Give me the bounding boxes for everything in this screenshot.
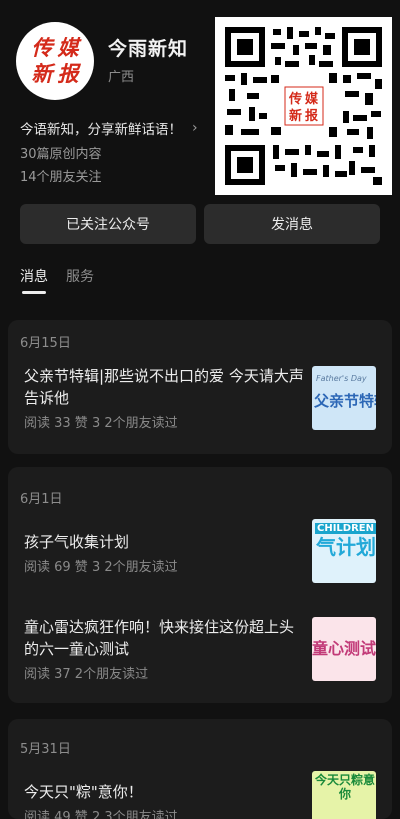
friends-following-count[interactable]: 14个朋友关注 xyxy=(20,166,102,185)
svg-text:新: 新 xyxy=(289,108,302,124)
avatar-char: 媒 xyxy=(57,35,79,60)
intro-text: 今语新知，分享新鲜话语！ xyxy=(20,122,182,138)
send-message-button[interactable]: 发消息 xyxy=(204,204,380,244)
thumbnail-text: 今天只粽意你 xyxy=(314,773,375,801)
article-thumbnail[interactable]: 童心测试 xyxy=(312,617,376,681)
avatar-logo: 传 媒 新 报 xyxy=(30,36,80,86)
article-title: 父亲节特辑|那些说不出口的爱 今天请大声告诉他 xyxy=(24,367,304,407)
chevron-right-icon: › xyxy=(192,120,198,136)
avatar-char: 新 xyxy=(31,61,53,86)
article-item[interactable]: 今天只"粽"意你！ 阅读 49 赞 2 3个朋友读过 xyxy=(24,781,304,819)
tab-services[interactable]: 服务 xyxy=(66,266,94,294)
thumbnail-text: 气计划 xyxy=(316,535,376,559)
svg-text:报: 报 xyxy=(305,109,319,124)
feed-date: 6月1日 xyxy=(20,492,63,507)
original-articles-count[interactable]: 30篇原创内容 xyxy=(20,143,102,162)
qr-code-icon: 传 媒 新 报 xyxy=(225,27,382,185)
article-title: 今天只"粽"意你！ xyxy=(24,783,143,801)
feed-group: 6月15日 父亲节特辑|那些说不出口的爱 今天请大声告诉他 阅读 33 赞 3 … xyxy=(8,320,392,454)
account-region: 广西 xyxy=(108,70,135,85)
account-header: 传 媒 新 报 今雨新知 广西 传 媒 新 报 今语新知，分享新鲜话语！ › 3… xyxy=(0,0,400,300)
avatar-char: 传 xyxy=(31,35,53,60)
thumbnail-text: 童心测试 xyxy=(312,639,376,658)
article-item[interactable]: 童心雷达疯狂作响！快来接住这份超上头的六一童心测试 阅读 37 2个朋友读过 xyxy=(24,616,304,682)
feed-date: 5月31日 xyxy=(20,742,71,757)
tab-messages[interactable]: 消息 xyxy=(20,266,48,294)
article-meta: 阅读 33 赞 3 2个朋友读过 xyxy=(24,416,178,431)
thumbnail-caption: Father's Day xyxy=(316,374,367,383)
article-meta: 阅读 69 赞 3 2个朋友读过 xyxy=(24,560,178,575)
article-meta: 阅读 49 赞 2 3个朋友读过 xyxy=(24,810,178,819)
thumbnail-caption: CHILDREN xyxy=(315,523,376,534)
feed-group: 5月31日 今天只"粽"意你！ 阅读 49 赞 2 3个朋友读过 今天只粽意你 xyxy=(8,719,392,819)
article-title: 童心雷达疯狂作响！快来接住这份超上头的六一童心测试 xyxy=(24,618,295,658)
article-title: 孩子气收集计划 xyxy=(24,533,130,551)
qr-code[interactable]: 传 媒 新 报 xyxy=(215,17,392,195)
followed-button[interactable]: 已关注公众号 xyxy=(20,204,196,244)
account-intro[interactable]: 今语新知，分享新鲜话语！ › xyxy=(20,118,198,138)
tab-bar: 消息 服务 xyxy=(20,266,94,294)
article-item[interactable]: 孩子气收集计划 阅读 69 赞 3 2个朋友读过 xyxy=(24,531,304,575)
article-meta: 阅读 37 2个朋友读过 xyxy=(24,667,149,682)
feed-date: 6月15日 xyxy=(20,336,71,351)
article-thumbnail[interactable]: CHILDREN 气计划 xyxy=(312,519,376,583)
article-thumbnail[interactable]: Father's Day 父亲节特辑 xyxy=(312,366,376,430)
article-item[interactable]: 父亲节特辑|那些说不出口的爱 今天请大声告诉他 阅读 33 赞 3 2个朋友读过 xyxy=(24,365,304,431)
svg-text:传: 传 xyxy=(288,91,302,107)
account-avatar[interactable]: 传 媒 新 报 xyxy=(16,22,94,100)
feed-group: 6月1日 孩子气收集计划 阅读 69 赞 3 2个朋友读过 CHILDREN 气… xyxy=(8,467,392,703)
avatar-char: 报 xyxy=(57,61,79,86)
svg-text:媒: 媒 xyxy=(305,91,319,107)
thumbnail-text: 父亲节特辑 xyxy=(314,392,376,410)
account-name: 今雨新知 xyxy=(108,38,189,60)
article-thumbnail[interactable]: 今天只粽意你 xyxy=(312,771,376,819)
